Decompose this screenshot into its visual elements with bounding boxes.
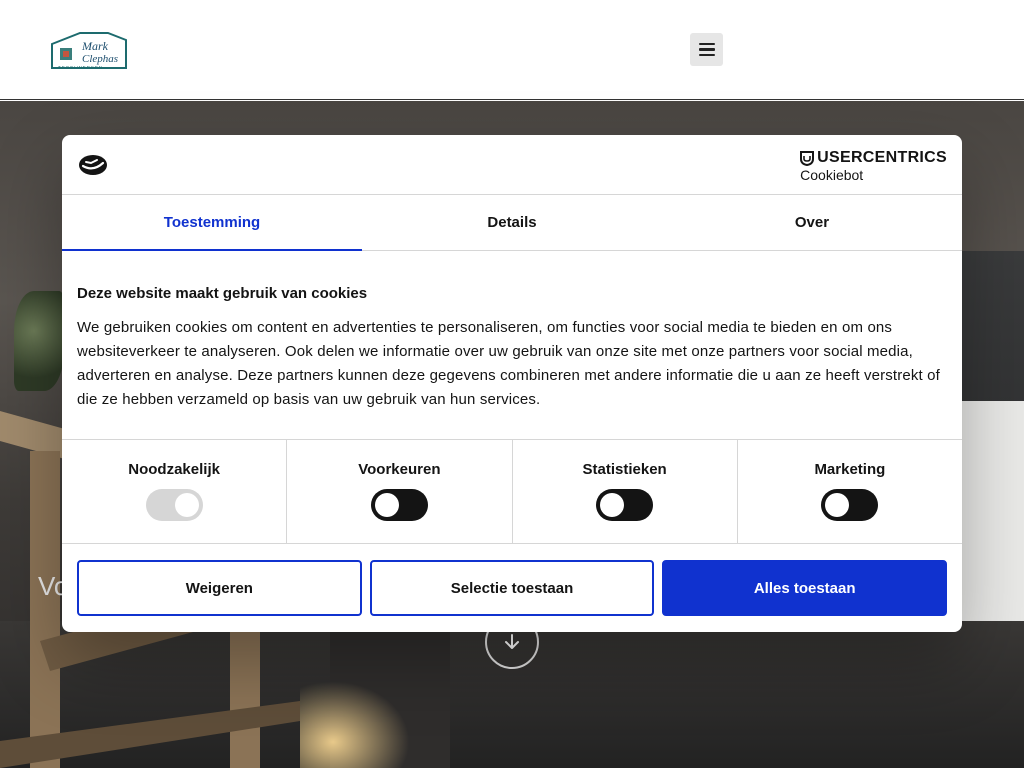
cookie-dialog-description: We gebruiken cookies om content en adver…: [77, 319, 940, 408]
tab-details[interactable]: Details: [362, 195, 662, 250]
toggle-switch-statistieken[interactable]: [596, 489, 654, 521]
cookiebot-logo-icon: [79, 155, 107, 175]
cookie-dialog-actions: Weigeren Selectie toestaan Alles toestaa…: [62, 544, 962, 616]
brand-name: USERCENTRICS: [817, 149, 947, 166]
hero-background-bathtub: [960, 401, 1024, 621]
toggle-switch-marketing[interactable]: [821, 489, 879, 521]
reject-button[interactable]: Weigeren: [77, 560, 362, 616]
tab-over[interactable]: Over: [662, 195, 962, 250]
toggle-switch-voorkeuren[interactable]: [370, 489, 428, 521]
toggle-cell-marketing: Marketing: [738, 440, 962, 543]
hero-background-light: [300, 681, 410, 768]
logo-text-line1: Mark: [81, 39, 109, 53]
logo-tagline: TEGELWERKEN: [58, 65, 103, 70]
cookie-dialog-header: USERCENTRICS Cookiebot: [62, 135, 962, 195]
cookie-dialog-title: Deze website maakt gebruik van cookies: [77, 285, 368, 302]
usercentrics-brand[interactable]: USERCENTRICS Cookiebot: [800, 149, 947, 183]
logo-mark-icon: Mark Clephas TEGELWERKEN: [51, 32, 127, 70]
toggle-cell-statistieken: Statistieken: [513, 440, 738, 543]
allow-selection-button[interactable]: Selectie toestaan: [369, 560, 655, 616]
tab-toestemming[interactable]: Toestemming: [62, 195, 362, 251]
allow-all-button[interactable]: Alles toestaan: [662, 560, 948, 616]
site-header: Mark Clephas TEGELWERKEN: [0, 0, 1024, 100]
cookie-dialog-body: Deze website maakt gebruik van cookies W…: [62, 251, 962, 440]
toggle-label-noodzakelijk: Noodzakelijk: [128, 461, 220, 478]
toggle-switch-noodzakelijk: [145, 489, 203, 521]
logo-text-line2: Clephas: [82, 53, 118, 65]
brand-subtitle: Cookiebot: [800, 167, 864, 183]
site-logo[interactable]: Mark Clephas TEGELWERKEN: [50, 30, 130, 72]
toggle-cell-voorkeuren: Voorkeuren: [287, 440, 513, 543]
cookie-consent-dialog: USERCENTRICS Cookiebot Toestemming Detai…: [62, 135, 962, 632]
toggle-label-marketing: Marketing: [814, 461, 886, 478]
hamburger-menu-icon[interactable]: [690, 33, 723, 66]
hero-background-plant: [14, 291, 64, 391]
cookie-dialog-tabs: Toestemming Details Over: [62, 195, 962, 251]
consent-toggles: Noodzakelijk Voorkeuren Statistieken Mar…: [62, 440, 962, 544]
usercentrics-shield-icon: [800, 150, 815, 166]
toggle-cell-noodzakelijk: Noodzakelijk: [62, 440, 288, 543]
toggle-label-statistieken: Statistieken: [582, 461, 667, 478]
toggle-label-voorkeuren: Voorkeuren: [358, 461, 441, 478]
